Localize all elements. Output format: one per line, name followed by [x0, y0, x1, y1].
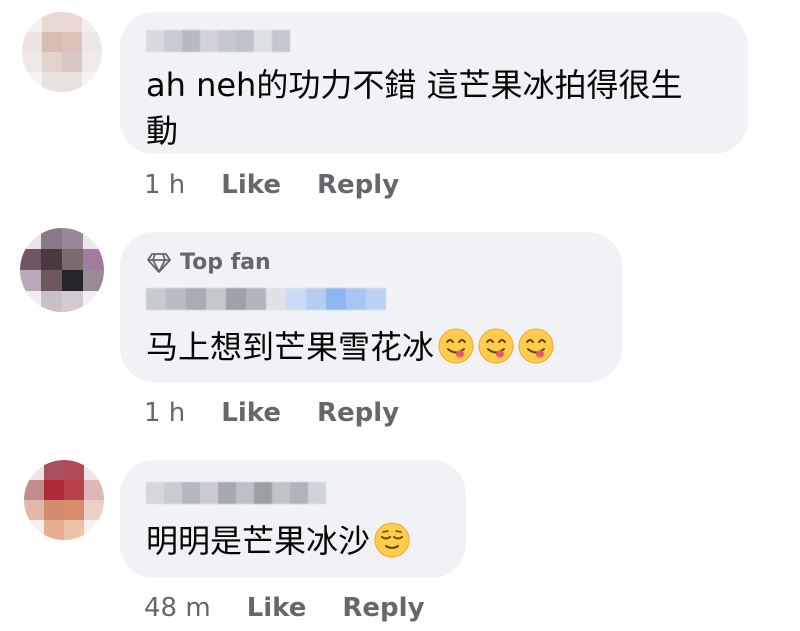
like-button[interactable]: Like	[221, 170, 281, 200]
comment-text-line: 動	[146, 112, 179, 150]
comment-text-line: 马上想到芒果雪花冰	[146, 328, 435, 366]
comment-actions: 48 m Like Reply	[144, 593, 425, 623]
reply-button[interactable]: Reply	[317, 170, 399, 200]
comment-text: ah neh的功力不錯 這芒果冰拍得很生 動	[146, 62, 683, 154]
comment-bubble: ah neh的功力不錯 這芒果冰拍得很生 動	[120, 12, 748, 154]
avatar[interactable]	[20, 228, 104, 312]
comment-bubble: 明明是芒果冰沙	[120, 460, 466, 578]
timestamp[interactable]: 1 h	[144, 398, 185, 428]
author-name-redacted[interactable]	[146, 482, 326, 504]
avatar[interactable]	[22, 12, 102, 92]
timestamp[interactable]: 1 h	[144, 170, 185, 200]
comment-text: 马上想到芒果雪花冰	[146, 324, 554, 370]
comment-text: 明明是芒果冰沙	[146, 518, 410, 564]
relieved-face-icon	[374, 522, 410, 558]
author-name-redacted[interactable]	[146, 288, 386, 310]
comment-actions: 1 h Like Reply	[144, 170, 399, 200]
reply-button[interactable]: Reply	[342, 593, 424, 623]
yum-face-icon	[478, 328, 514, 364]
comment-bubble: Top fan 马上想到芒果雪花冰	[120, 232, 622, 382]
like-button[interactable]: Like	[247, 593, 307, 623]
yum-face-icon	[518, 328, 554, 364]
comment-actions: 1 h Like Reply	[144, 398, 399, 428]
avatar[interactable]	[24, 460, 104, 540]
diamond-icon	[147, 252, 171, 273]
top-fan-badge: Top fan	[146, 250, 271, 275]
yum-face-icon	[438, 328, 474, 364]
like-button[interactable]: Like	[221, 398, 281, 428]
timestamp[interactable]: 48 m	[144, 593, 211, 623]
author-name-redacted[interactable]	[146, 30, 290, 52]
comment-text-line: 明明是芒果冰沙	[146, 522, 371, 560]
reply-button[interactable]: Reply	[317, 398, 399, 428]
comment-text-line: ah neh的功力不錯 這芒果冰拍得很生	[146, 66, 683, 104]
top-fan-label: Top fan	[180, 250, 271, 275]
